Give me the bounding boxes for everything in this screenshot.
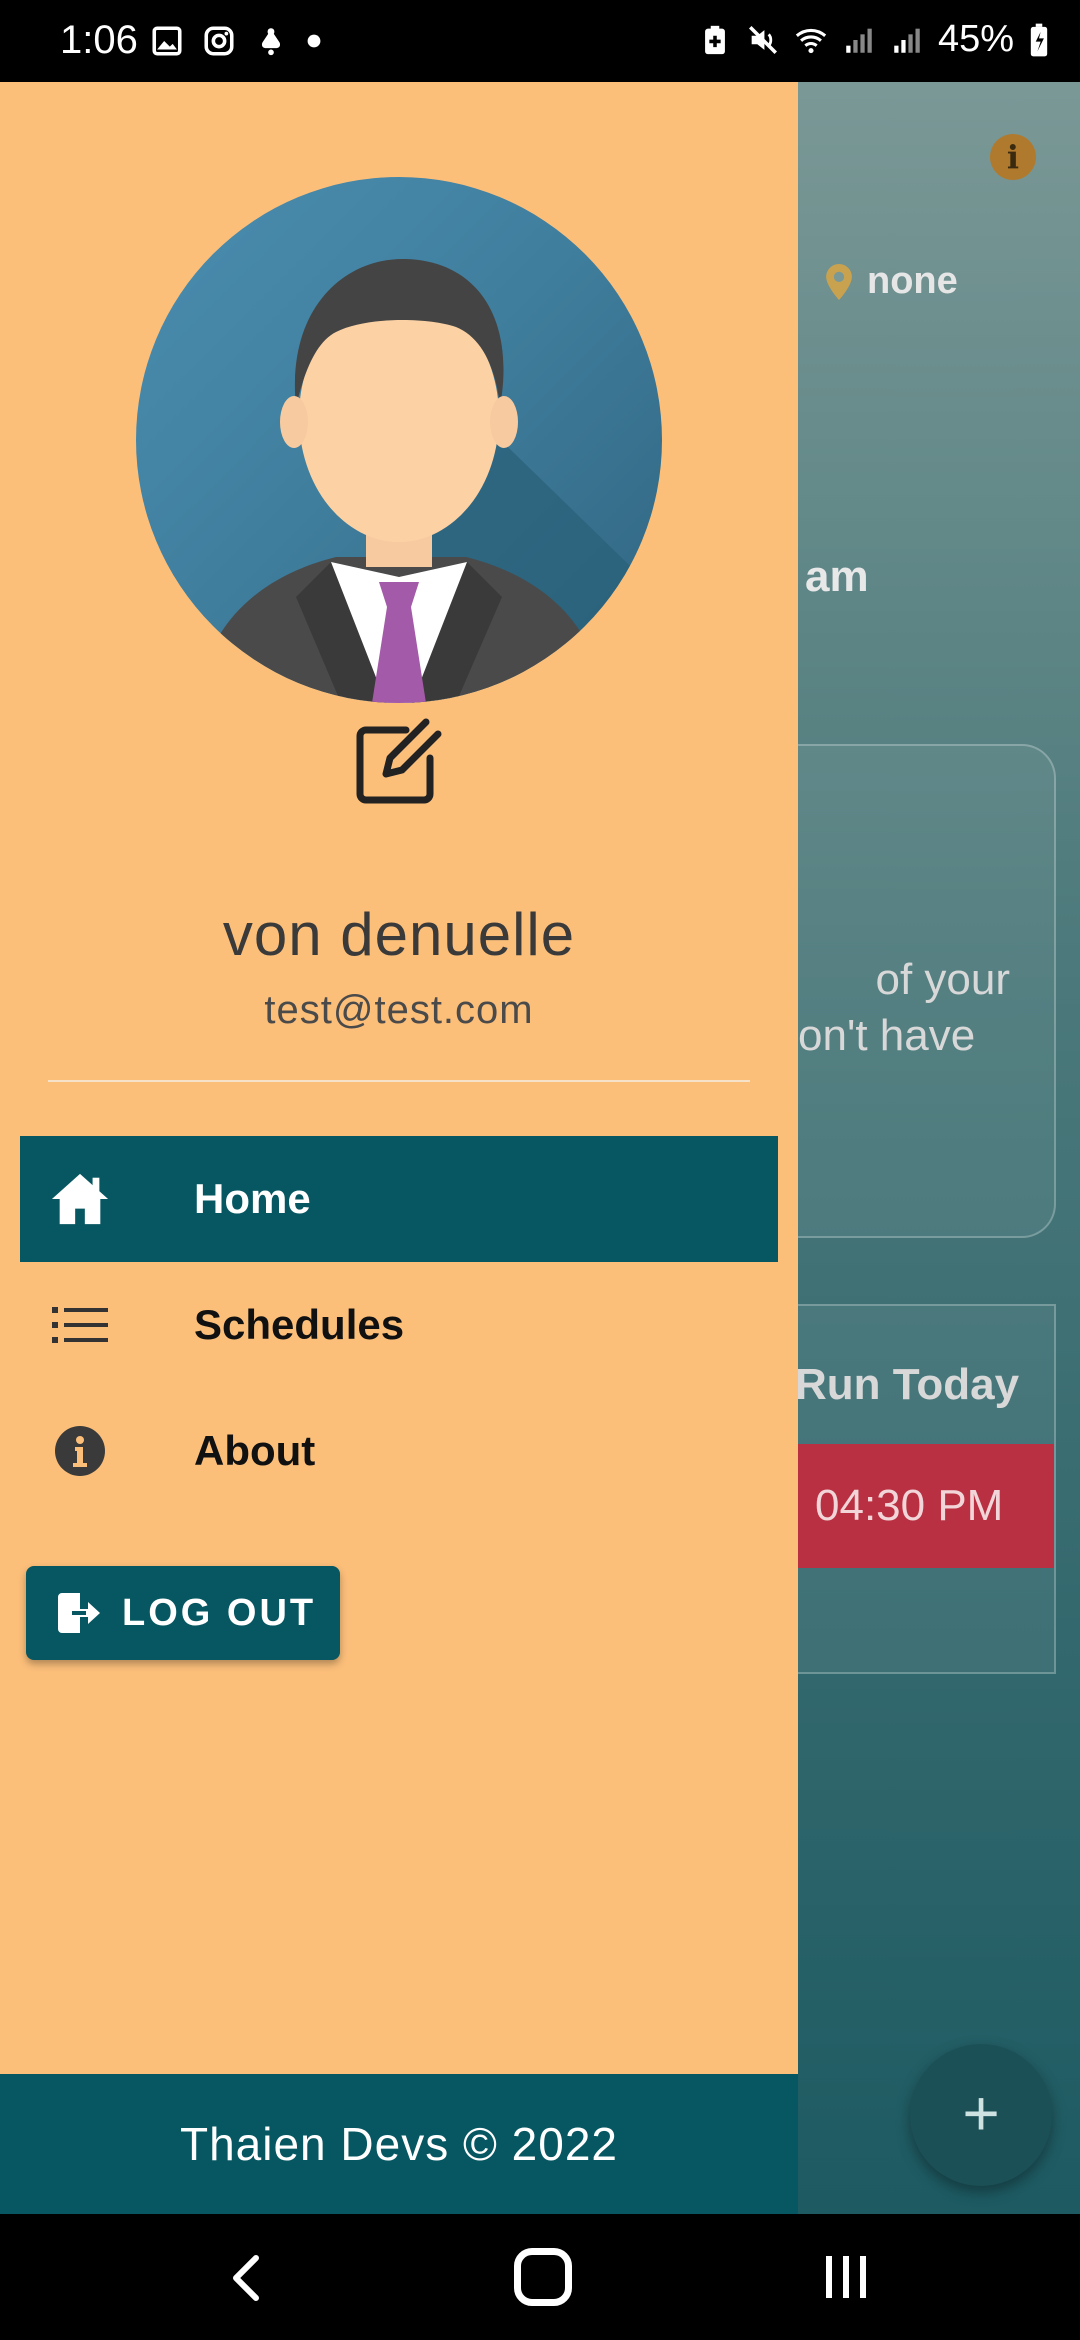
card-text-line1: of your — [875, 955, 1010, 1004]
signal-icon — [846, 28, 872, 53]
schedule-header: Run Today — [795, 1360, 1020, 1409]
greeting-text: am — [805, 552, 869, 601]
edit-profile-icon[interactable] — [350, 714, 446, 810]
battery-percent: 45% — [937, 18, 1014, 60]
card-text-line2: on't have — [798, 1011, 976, 1060]
back-icon[interactable] — [220, 2250, 276, 2306]
signal-icon — [894, 28, 920, 53]
battery-saver-icon — [705, 25, 725, 54]
system-nav-bar — [0, 2214, 1080, 2340]
navigation-drawer: von denuelle test@test.com Home Schedule… — [0, 82, 798, 2214]
divider — [48, 1080, 750, 1082]
logout-label: LOG OUT — [122, 1591, 317, 1634]
location-text: none — [867, 260, 958, 302]
status-icons-right: 45% — [698, 18, 1050, 61]
recents-icon[interactable] — [824, 2254, 868, 2300]
schedule-time-badge[interactable]: 04:30 PM — [795, 1444, 1054, 1568]
avatar[interactable] — [136, 177, 662, 703]
avatar-illustration — [196, 258, 662, 703]
home-icon — [50, 1169, 110, 1229]
dot-icon — [307, 34, 321, 48]
status-bar: 1:06 45% — [0, 0, 1080, 82]
notification-icon — [261, 28, 281, 56]
wifi-icon — [795, 28, 827, 53]
status-icons-left — [150, 24, 322, 58]
battery-icon — [1030, 23, 1048, 56]
gallery-icon — [152, 26, 182, 56]
info-icon[interactable]: i — [990, 134, 1036, 180]
logout-button[interactable]: LOG OUT — [26, 1566, 340, 1660]
logout-icon — [58, 1593, 100, 1633]
user-name: von denuelle — [222, 901, 576, 968]
nav-item-about[interactable]: About — [20, 1388, 778, 1514]
info-icon — [50, 1421, 110, 1481]
location-pin-icon — [826, 263, 852, 300]
home-button[interactable] — [514, 2248, 572, 2306]
add-schedule-button[interactable]: + — [910, 2044, 1052, 2186]
mute-icon — [748, 25, 777, 54]
nav-item-label: Home — [194, 1175, 311, 1222]
list-icon — [50, 1295, 110, 1355]
nav-item-label: Schedules — [194, 1301, 405, 1348]
user-email: test@test.com — [264, 988, 534, 1032]
location-indicator: none — [825, 260, 958, 303]
drawer-footer: Thaien Devs © 2022 — [0, 2074, 798, 2214]
nav-item-schedules[interactable]: Schedules — [20, 1262, 778, 1388]
status-time: 1:06 — [60, 18, 138, 62]
instagram-icon — [204, 26, 234, 56]
nav-item-home[interactable]: Home — [20, 1136, 778, 1262]
nav-item-label: About — [194, 1427, 316, 1474]
